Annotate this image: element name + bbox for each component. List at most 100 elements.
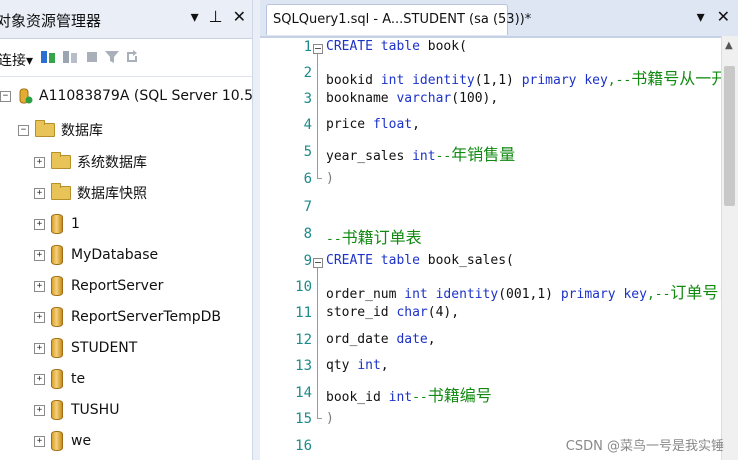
tree-item-label: te xyxy=(71,371,86,387)
line-number: 5 xyxy=(303,144,312,160)
disconnect-icon[interactable] xyxy=(62,49,78,65)
scroll-up-icon[interactable]: ▲ xyxy=(725,40,733,51)
tree-item-database[interactable]: + TUSHU xyxy=(34,396,119,424)
tree-item-system-databases[interactable]: + 系统数据库 xyxy=(34,148,147,176)
line-number: 9 xyxy=(303,253,312,269)
folder-icon xyxy=(51,183,71,200)
tree-item-database[interactable]: + te xyxy=(34,365,85,393)
databases-label: 数据库 xyxy=(61,123,103,139)
tab-title: SQLQuery1.sql - A...STUDENT (sa (53))* xyxy=(273,12,532,27)
tree-item-database[interactable]: + we xyxy=(34,427,91,455)
vertical-scrollbar[interactable]: ▲ xyxy=(721,36,738,460)
server-node-label: A11083879A (SQL Server 10.50.1600 - sa xyxy=(39,88,253,104)
scrollbar-thumb[interactable] xyxy=(724,66,735,206)
query-editor-panel: SQLQuery1.sql - A...STUDENT (sa (53))* ▾… xyxy=(260,0,738,460)
database-icon xyxy=(51,245,63,265)
fold-toggle-icon[interactable] xyxy=(313,44,323,54)
object-explorer-title: 对象资源管理器 xyxy=(0,12,102,30)
dropdown-arrow-icon[interactable]: ▾ xyxy=(697,8,705,26)
line-number: 11 xyxy=(295,305,312,321)
folder-icon xyxy=(51,152,71,169)
expand-icon[interactable]: + xyxy=(34,342,45,354)
database-icon xyxy=(51,431,63,451)
database-icon xyxy=(51,400,63,420)
fold-end xyxy=(317,178,322,179)
tree-item-label: 1 xyxy=(71,216,80,232)
expand-icon[interactable]: + xyxy=(34,218,45,230)
fold-guide xyxy=(317,268,318,418)
tree-item-label: ReportServerTempDB xyxy=(71,309,222,325)
code-line-2: bookid int identity(1,1) primary key,--书… xyxy=(326,69,738,88)
tree-item-database-snapshots[interactable]: + 数据库快照 xyxy=(34,179,147,207)
code-line-5: year_sales int--年销售量 xyxy=(326,145,516,164)
line-number: 14 xyxy=(295,385,312,401)
stop-icon[interactable] xyxy=(84,49,100,65)
expand-icon[interactable]: + xyxy=(34,404,45,416)
expand-icon[interactable]: + xyxy=(34,373,45,385)
connect-server-icon[interactable] xyxy=(40,49,56,65)
database-icon xyxy=(51,307,63,327)
line-number: 4 xyxy=(303,117,312,133)
database-icon xyxy=(51,214,63,234)
expand-icon[interactable]: + xyxy=(34,435,45,447)
code-line-13: qty int, xyxy=(326,358,389,373)
tree-item-database[interactable]: + ReportServerTempDB xyxy=(34,303,221,331)
code-line-3: bookname varchar(100), xyxy=(326,91,499,106)
line-number: 3 xyxy=(303,91,312,107)
fold-toggle-icon[interactable] xyxy=(313,258,323,268)
line-number: 7 xyxy=(303,199,312,215)
line-number: 2 xyxy=(303,65,312,81)
database-icon xyxy=(51,338,63,358)
tab-sqlquery1[interactable]: SQLQuery1.sql - A...STUDENT (sa (53))* xyxy=(266,4,531,35)
tree-item-database[interactable]: + 1 xyxy=(34,210,80,238)
filter-icon[interactable] xyxy=(104,49,120,65)
fold-guide xyxy=(317,54,318,178)
object-explorer-toolbar: 连接▾ xyxy=(0,40,252,77)
collapse-icon[interactable]: − xyxy=(0,90,11,102)
pin-icon[interactable]: ⊥ xyxy=(209,8,223,26)
refresh-icon[interactable] xyxy=(124,49,140,65)
expand-icon[interactable]: + xyxy=(34,187,45,199)
watermark: CSDN @菜鸟一号是我实锤 xyxy=(565,439,724,454)
code-line-15: ) xyxy=(326,411,334,426)
folder-icon xyxy=(35,120,55,137)
panel-splitter[interactable] xyxy=(253,0,260,460)
code-line-1: CREATE table book( xyxy=(326,39,467,54)
object-explorer-titlebar: 对象资源管理器 ▾ ⊥ ✕ xyxy=(0,0,252,39)
code-line-9: CREATE table book_sales( xyxy=(326,253,514,268)
dropdown-arrow-icon[interactable]: ▾ xyxy=(191,8,199,26)
code-line-4: price float, xyxy=(326,117,420,132)
collapse-icon[interactable]: − xyxy=(18,124,29,136)
line-number: 1 xyxy=(303,39,312,55)
tree-item-label: TUSHU xyxy=(71,402,120,418)
tree-item-database[interactable]: + STUDENT xyxy=(34,334,137,362)
close-icon[interactable]: ✕ xyxy=(233,8,246,26)
databases-node[interactable]: − 数据库 xyxy=(18,116,103,144)
tree-item-label: STUDENT xyxy=(71,340,138,356)
editor-tab-strip: SQLQuery1.sql - A...STUDENT (sa (53))* ▾… xyxy=(260,0,738,38)
expand-icon[interactable]: + xyxy=(34,249,45,261)
expand-icon[interactable]: + xyxy=(34,280,45,292)
tree-item-database[interactable]: + MyDatabase xyxy=(34,241,158,269)
code-line-14: book_id int--书籍编号 xyxy=(326,386,492,405)
tree-item-database[interactable]: + ReportServer xyxy=(34,272,163,300)
line-number: 13 xyxy=(295,358,312,374)
database-icon xyxy=(51,369,63,389)
fold-end xyxy=(317,418,322,419)
object-explorer-panel: 对象资源管理器 ▾ ⊥ ✕ 连接▾ − A11083879A (SQL Serv… xyxy=(0,0,253,460)
tree-item-label: ReportServer xyxy=(71,278,164,294)
close-icon[interactable]: ✕ xyxy=(717,8,730,26)
code-line-12: ord_date date, xyxy=(326,332,436,347)
server-node[interactable]: − A11083879A (SQL Server 10.50.1600 - sa xyxy=(0,82,253,110)
tree-item-label: we xyxy=(71,433,92,449)
expand-icon[interactable]: + xyxy=(34,156,45,168)
line-number: 8 xyxy=(303,226,312,242)
line-number: 10 xyxy=(295,279,312,295)
code-editor[interactable]: 1 2 3 4 5 6 7 8 9 10 11 12 13 14 15 16 C… xyxy=(260,36,738,460)
tree-item-label: MyDatabase xyxy=(71,247,159,263)
connect-button[interactable]: 连接▾ xyxy=(0,50,33,70)
code-line-8: --书籍订单表 xyxy=(326,228,422,247)
code-line-6: ) xyxy=(326,171,334,186)
expand-icon[interactable]: + xyxy=(34,311,45,323)
tree-item-label: 数据库快照 xyxy=(77,186,147,202)
